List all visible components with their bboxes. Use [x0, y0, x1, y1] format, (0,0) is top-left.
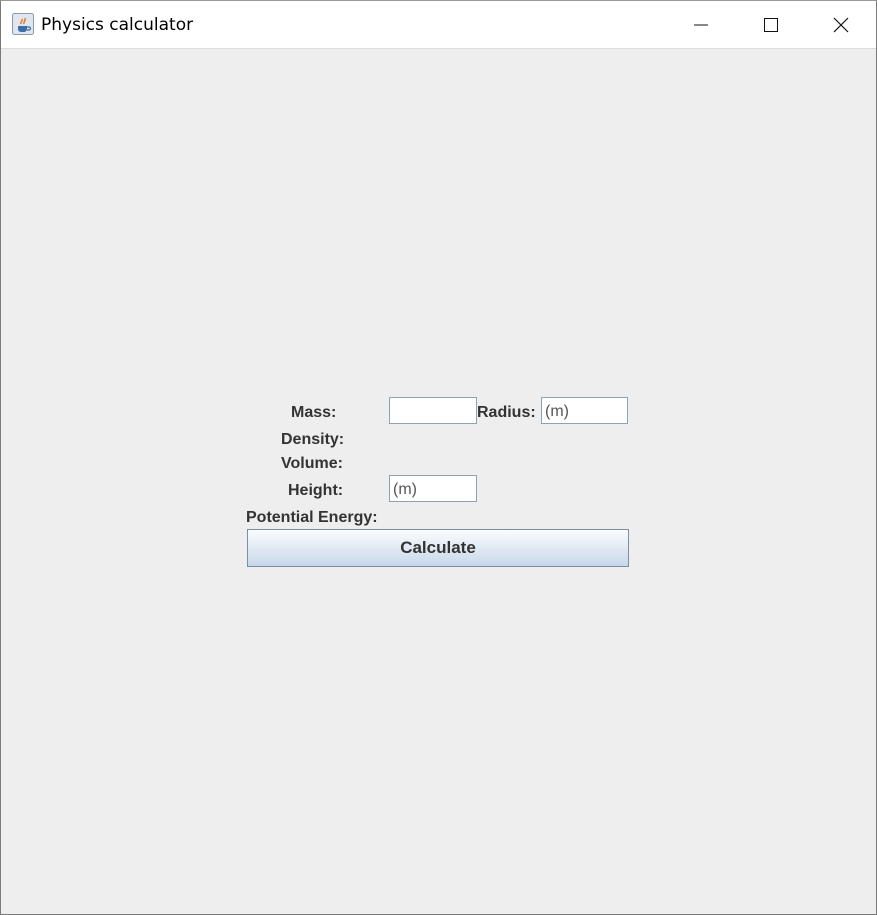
density-label: Density: [281, 431, 345, 448]
potential-energy-label: Potential Energy: [246, 509, 378, 526]
maximize-button[interactable] [736, 1, 806, 48]
maximize-icon [764, 17, 778, 32]
window-title: Physics calculator [41, 15, 194, 35]
title-bar[interactable]: Physics calculator [1, 1, 876, 49]
close-button[interactable] [806, 1, 876, 48]
app-window: Physics calculator Mass: Radius: Density… [0, 0, 877, 915]
height-label: Height: [288, 482, 344, 499]
mass-input[interactable] [389, 397, 477, 424]
calculate-button[interactable]: Calculate [247, 529, 629, 567]
calculator-panel: Mass: Radius: Density: Volume: Height: P… [1, 49, 876, 914]
radius-input[interactable] [541, 397, 628, 424]
close-icon [833, 17, 849, 32]
java-cup-icon[interactable] [12, 13, 34, 35]
height-input[interactable] [389, 475, 477, 502]
minimize-button[interactable] [666, 1, 736, 48]
mass-label: Mass: [291, 404, 337, 421]
volume-label: Volume: [281, 455, 343, 472]
radius-label: Radius: [477, 404, 536, 421]
minimize-icon [694, 24, 708, 25]
